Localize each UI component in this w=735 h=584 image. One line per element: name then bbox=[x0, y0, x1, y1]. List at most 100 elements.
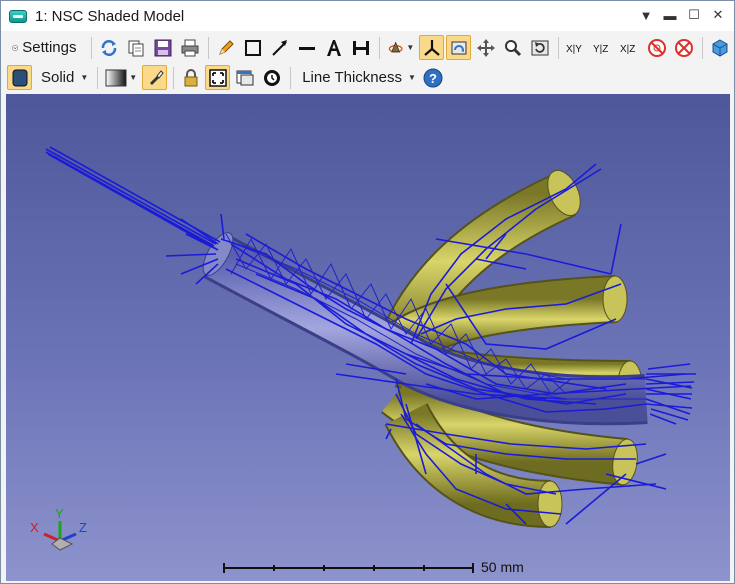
separator bbox=[379, 36, 381, 59]
axis-label-y: Y bbox=[55, 506, 64, 521]
pencil-button[interactable] bbox=[213, 35, 238, 60]
settings-button[interactable]: Settings bbox=[7, 35, 85, 60]
svg-text:X|Y: X|Y bbox=[566, 44, 582, 55]
xz-view-button[interactable]: X|Z bbox=[617, 35, 642, 60]
no-rays-button[interactable] bbox=[644, 35, 669, 60]
magnifier-icon bbox=[504, 39, 521, 56]
toolbar-secondary: Solid ▼ ▼ Line Thickness ▼ ? bbox=[1, 62, 734, 93]
rectangle-icon bbox=[244, 39, 261, 56]
fit-window-icon bbox=[208, 68, 227, 87]
lock-icon bbox=[184, 68, 198, 86]
caret-down-icon: ▼ bbox=[407, 73, 416, 82]
refresh-icon bbox=[101, 39, 117, 56]
xy-view-button[interactable]: X|Y bbox=[563, 35, 588, 60]
rectangle-button[interactable] bbox=[240, 35, 265, 60]
reset-view-button[interactable] bbox=[527, 35, 552, 60]
3d-viewport[interactable]: X Y Z 50 mm bbox=[6, 94, 730, 581]
separator bbox=[290, 66, 292, 89]
refresh-button[interactable] bbox=[96, 35, 121, 60]
text-a-icon bbox=[326, 39, 341, 56]
toolbar-primary: Settings ▼ X|Y Y|Z X|Z bbox=[1, 32, 734, 63]
separator bbox=[91, 36, 93, 59]
settings-label: Settings bbox=[22, 39, 77, 56]
solid-mode-label: Solid bbox=[41, 69, 75, 86]
print-icon bbox=[181, 39, 199, 56]
no-rays-icon bbox=[647, 38, 666, 57]
shaded-model-render: X Y Z bbox=[30, 146, 696, 573]
line-thickness-dropdown[interactable]: Line Thickness ▼ bbox=[295, 65, 419, 90]
rotate-view-icon bbox=[388, 40, 403, 53]
copy-button[interactable] bbox=[123, 35, 148, 60]
no-objects-button[interactable] bbox=[671, 35, 696, 60]
flashlight-icon bbox=[149, 69, 164, 85]
pencil-icon bbox=[218, 39, 234, 55]
nsc-shaded-model-window: 1: NSC Shaded Model ▼ ▬ ☐ ✕ Settings ▼ X… bbox=[0, 0, 735, 584]
help-icon: ? bbox=[423, 68, 443, 87]
caret-down-icon: ▼ bbox=[129, 73, 138, 82]
xy-view-icon: X|Y bbox=[566, 44, 582, 55]
no-objects-icon bbox=[674, 38, 693, 57]
window-icon bbox=[236, 70, 254, 85]
axes-triad: X Y Z bbox=[30, 506, 87, 551]
zoom-button[interactable] bbox=[500, 35, 525, 60]
rotate-3d-icon bbox=[451, 41, 467, 54]
axis-label-z: Z bbox=[79, 520, 87, 535]
svg-text:Y|Z: Y|Z bbox=[593, 44, 608, 55]
yz-view-icon: Y|Z bbox=[593, 44, 608, 55]
caret-down-icon: ▼ bbox=[406, 43, 415, 52]
3d-cube-button[interactable] bbox=[707, 35, 732, 60]
close-button[interactable]: ✕ bbox=[708, 5, 728, 25]
line-icon bbox=[298, 46, 315, 50]
caret-down-icon: ▼ bbox=[80, 73, 89, 82]
yz-view-button[interactable]: Y|Z bbox=[590, 35, 615, 60]
line-thickness-label: Line Thickness bbox=[302, 69, 402, 86]
auto-update-button[interactable] bbox=[259, 65, 284, 90]
axes-icon bbox=[424, 39, 440, 56]
scale-bar bbox=[223, 563, 474, 573]
solid-mode-dropdown[interactable]: Solid ▼ bbox=[34, 65, 91, 90]
print-button[interactable] bbox=[177, 35, 202, 60]
copy-icon bbox=[128, 40, 144, 56]
view-orientation-dropdown[interactable]: ▼ bbox=[384, 35, 417, 60]
scale-bar-label: 50 mm bbox=[481, 559, 524, 575]
text-button[interactable] bbox=[321, 35, 346, 60]
dropdown-menu-button[interactable]: ▼ bbox=[636, 5, 656, 25]
dimension-button[interactable] bbox=[348, 35, 373, 60]
cube-icon bbox=[712, 38, 728, 57]
svg-text:?: ? bbox=[429, 71, 437, 86]
separator bbox=[97, 66, 99, 89]
xz-view-icon: X|Z bbox=[620, 44, 635, 55]
background-gradient-dropdown[interactable]: ▼ bbox=[102, 65, 140, 90]
separator bbox=[208, 36, 210, 59]
new-window-button[interactable] bbox=[232, 65, 257, 90]
separator bbox=[702, 36, 704, 59]
separator bbox=[173, 66, 175, 89]
line-button[interactable] bbox=[294, 35, 319, 60]
solid-cylinder-icon bbox=[12, 69, 27, 86]
window-title: 1: NSC Shaded Model bbox=[35, 7, 185, 25]
arrow-icon bbox=[271, 39, 287, 56]
lock-button[interactable] bbox=[178, 65, 203, 90]
reset-view-icon bbox=[531, 40, 549, 55]
pan-button[interactable] bbox=[473, 35, 498, 60]
minimize-button[interactable]: ▬ bbox=[660, 5, 680, 25]
fit-to-window-button[interactable] bbox=[205, 65, 231, 90]
separator bbox=[558, 36, 560, 59]
maximize-button[interactable]: ☐ bbox=[684, 5, 704, 25]
clock-refresh-icon bbox=[263, 69, 280, 86]
pan-arrows-icon bbox=[476, 38, 495, 57]
dimension-icon bbox=[352, 40, 369, 55]
title-bar: 1: NSC Shaded Model ▼ ▬ ☐ ✕ bbox=[1, 1, 734, 31]
save-icon bbox=[154, 39, 172, 56]
solid-mode-toggle[interactable] bbox=[7, 65, 32, 90]
app-icon bbox=[9, 9, 27, 23]
lighting-button[interactable] bbox=[142, 65, 168, 90]
help-button[interactable]: ? bbox=[421, 65, 446, 90]
save-button[interactable] bbox=[150, 35, 175, 60]
axis-label-x: X bbox=[30, 520, 39, 535]
svg-text:X|Z: X|Z bbox=[620, 44, 635, 55]
axes-view-button[interactable] bbox=[419, 35, 445, 60]
gradient-icon bbox=[105, 69, 127, 86]
arrow-button[interactable] bbox=[267, 35, 292, 60]
rotate-3d-button[interactable] bbox=[446, 35, 472, 60]
